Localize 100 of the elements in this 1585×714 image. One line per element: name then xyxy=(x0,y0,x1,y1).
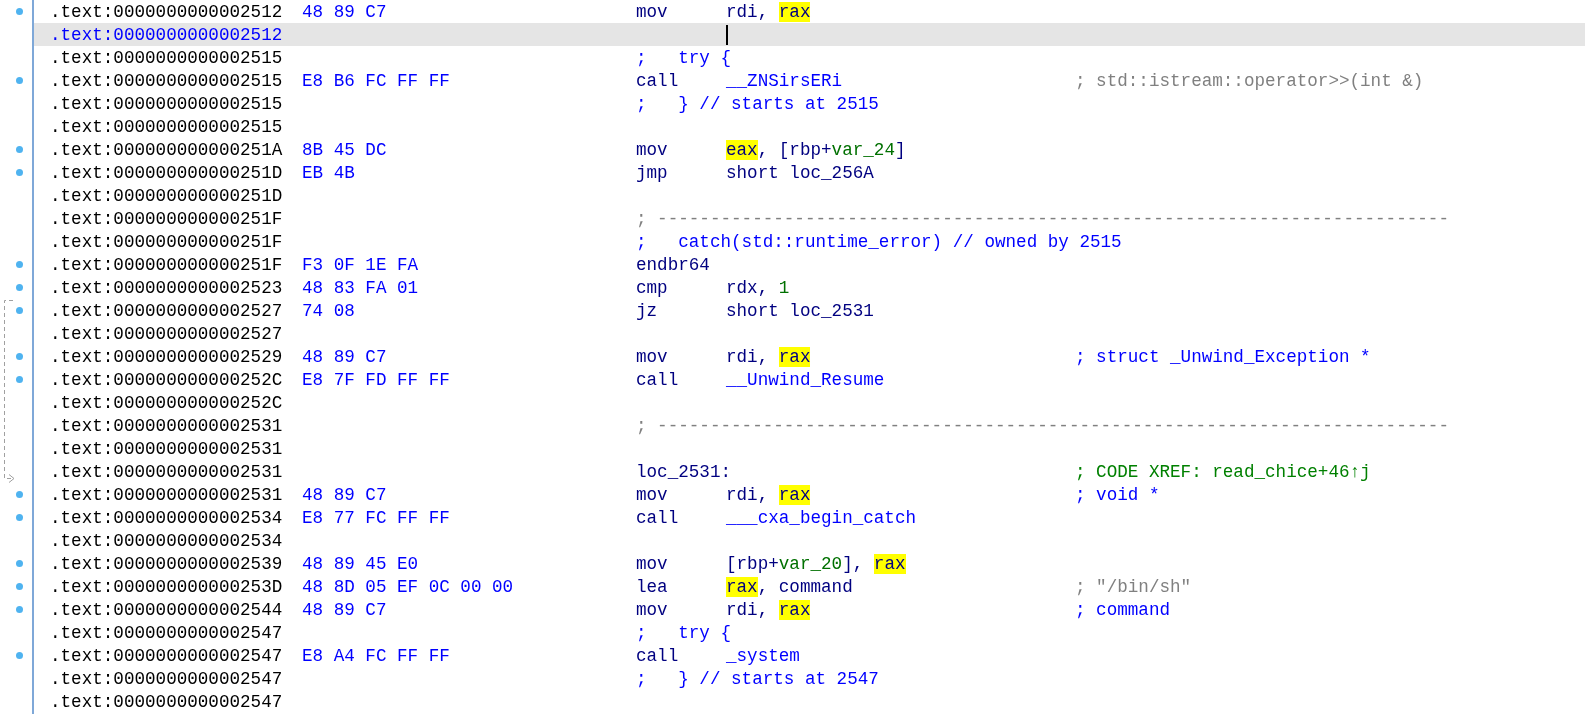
listing-row[interactable]: .text:0000000000002547 E8 A4 FC FF FF call _system xyxy=(34,644,1585,667)
address: .text:000000000000252C xyxy=(50,392,284,413)
listing-row[interactable]: .text:000000000000251D xyxy=(34,184,1585,207)
mnemonic: mov xyxy=(636,346,669,367)
listing-row[interactable]: .text:000000000000252C xyxy=(34,391,1585,414)
opcode-bytes: 48 89 C7 xyxy=(302,484,387,505)
instruction-dot-icon xyxy=(16,77,23,84)
address: .text:0000000000002515 xyxy=(50,47,284,68)
instruction-dot-icon xyxy=(16,606,23,613)
operands: [rbp+var_20], rax xyxy=(726,553,906,574)
operands: __ZNSirsERi xyxy=(726,70,843,91)
address: .text:0000000000002547 xyxy=(50,668,284,689)
address: .text:000000000000251D xyxy=(50,162,284,183)
address: .text:0000000000002547 xyxy=(50,691,284,712)
listing-row[interactable]: .text:000000000000251F ; --------------------------------------------------------------------------- xyxy=(34,207,1585,230)
listing-row[interactable]: .text:000000000000251F F3 0F 1E FA endbr64 xyxy=(34,253,1585,276)
listing-row[interactable]: .text:000000000000253D 48 8D 05 EF 0C 00 00 lea rax, command ; "/bin/sh" xyxy=(34,575,1585,598)
instruction-dot-icon xyxy=(16,8,23,15)
listing-row[interactable]: .text:0000000000002539 48 89 45 E0 mov [rbp+var_20], rax xyxy=(34,552,1585,575)
listing-row[interactable]: .text:000000000000251F ; catch(std::runtime_error) // owned by 2515 xyxy=(34,230,1585,253)
listing-row[interactable]: .text:0000000000002531 xyxy=(34,437,1585,460)
text-cursor xyxy=(726,24,728,45)
listing-row[interactable]: .text:0000000000002531 ; --------------------------------------------------------------------------- xyxy=(34,414,1585,437)
operands: short loc_2531 xyxy=(726,300,874,321)
instruction-dot-icon xyxy=(16,169,23,176)
listing-row[interactable]: .text:000000000000251D EB 4B jmp short loc_256A xyxy=(34,161,1585,184)
opcode-bytes: E8 A4 FC FF FF xyxy=(302,645,450,666)
listing-row[interactable]: .text:0000000000002529 48 89 C7 mov rdi, rax ; struct _Unwind_Exception * xyxy=(34,345,1585,368)
listing-row[interactable]: .text:0000000000002515 ; } // starts at 2515 xyxy=(34,92,1585,115)
operands: rdi, rax xyxy=(726,599,811,620)
address: .text:0000000000002515 xyxy=(50,116,284,137)
mnemonic: call xyxy=(636,70,680,91)
listing-row[interactable]: .text:0000000000002515 xyxy=(34,115,1585,138)
instruction-dot-icon xyxy=(16,560,23,567)
instruction-dot-icon xyxy=(16,583,23,590)
comment: ; std::istream::operator>>(int &) xyxy=(1075,70,1424,91)
opcode-bytes: 48 83 FA 01 xyxy=(302,277,419,298)
listing-row[interactable]: .text:000000000000252C E8 7F FD FF FF call __Unwind_Resume xyxy=(34,368,1585,391)
opcode-bytes: E8 7F FD FF FF xyxy=(302,369,450,390)
mnemonic: mov xyxy=(636,484,669,505)
address: .text:0000000000002539 xyxy=(50,553,284,574)
address: .text:0000000000002529 xyxy=(50,346,284,367)
mnemonic: cmp xyxy=(636,277,669,298)
mnemonic: mov xyxy=(636,139,669,160)
address: .text:0000000000002534 xyxy=(50,530,284,551)
mnemonic: mov xyxy=(636,553,669,574)
listing-row[interactable]: .text:0000000000002523 48 83 FA 01 cmp rdx, 1 xyxy=(34,276,1585,299)
address: .text:000000000000252C xyxy=(50,369,284,390)
listing-row[interactable]: .text:0000000000002515 E8 B6 FC FF FF call __ZNSirsERi ; std::istream::operator>>(int &) xyxy=(34,69,1585,92)
address: .text:0000000000002523 xyxy=(50,277,284,298)
listing-row[interactable]: .text:0000000000002547 ; } // starts at 2547 xyxy=(34,667,1585,690)
listing-row[interactable]: .text:0000000000002527 xyxy=(34,322,1585,345)
opcode-bytes: E8 B6 FC FF FF xyxy=(302,70,450,91)
listing-row[interactable]: .text:0000000000002527 74 08 jz short loc_2531 xyxy=(34,299,1585,322)
instruction-dot-icon xyxy=(16,261,23,268)
comment: ; void * xyxy=(1075,484,1160,505)
opcode-bytes: E8 77 FC FF FF xyxy=(302,507,450,528)
listing-row[interactable]: .text:000000000000251A 8B 45 DC mov eax, [rbp+var_24] xyxy=(34,138,1585,161)
instruction-dot-icon xyxy=(16,652,23,659)
mnemonic: jz xyxy=(636,300,659,321)
listing-row[interactable]: .text:0000000000002547 xyxy=(34,690,1585,713)
listing-row[interactable]: .text:0000000000002531 loc_2531: ; CODE XREF: read_chice+46↑j xyxy=(34,460,1585,483)
address: .text:0000000000002547 xyxy=(50,645,284,666)
directive-comment: ; --------------------------------------------------------------------------- xyxy=(636,415,1449,436)
instruction-dot-icon xyxy=(16,146,23,153)
listing-row[interactable]: .text:0000000000002512 xyxy=(34,23,1585,46)
address: .text:0000000000002515 xyxy=(50,70,284,91)
mnemonic: endbr64 xyxy=(636,254,711,275)
mnemonic: call xyxy=(636,645,680,666)
address: .text:0000000000002534 xyxy=(50,507,284,528)
listing-row[interactable]: .text:0000000000002534 xyxy=(34,529,1585,552)
opcode-bytes: 74 08 xyxy=(302,300,355,321)
opcode-bytes: 8B 45 DC xyxy=(302,139,387,160)
address: .text:0000000000002512 xyxy=(50,24,284,45)
mnemonic: call xyxy=(636,507,680,528)
operands: rdi, rax xyxy=(726,484,811,505)
directive-comment: ; try { xyxy=(636,622,733,643)
address: .text:0000000000002527 xyxy=(50,300,284,321)
listing-row[interactable]: .text:0000000000002547 ; try { xyxy=(34,621,1585,644)
listing-row[interactable]: .text:0000000000002544 48 89 C7 mov rdi, rax ; command xyxy=(34,598,1585,621)
mnemonic: lea xyxy=(636,576,669,597)
operands: __Unwind_Resume xyxy=(726,369,885,390)
opcode-bytes: 48 89 C7 xyxy=(302,346,387,367)
instruction-dot-icon xyxy=(16,353,23,360)
listing-row[interactable]: .text:0000000000002531 48 89 C7 mov rdi, rax ; void * xyxy=(34,483,1585,506)
comment: ; CODE XREF: read_chice+46↑j xyxy=(1075,461,1371,482)
address: .text:0000000000002531 xyxy=(50,461,284,482)
instruction-dot-icon xyxy=(16,284,23,291)
address: .text:000000000000251F xyxy=(50,231,284,252)
address: .text:0000000000002547 xyxy=(50,622,284,643)
mnemonic: call xyxy=(636,369,680,390)
mnemonic: mov xyxy=(636,1,669,22)
operands: rdi, rax xyxy=(726,1,811,22)
instruction-dot-icon xyxy=(16,491,23,498)
directive-comment: ; --------------------------------------------------------------------------- xyxy=(636,208,1449,229)
listing-row[interactable]: .text:0000000000002512 48 89 C7 mov rdi, rax xyxy=(34,0,1585,23)
listing-row[interactable]: .text:0000000000002515 ; try { xyxy=(34,46,1585,69)
opcode-bytes: 48 8D 05 EF 0C 00 00 xyxy=(302,576,514,597)
operands: eax, [rbp+var_24] xyxy=(726,139,906,160)
listing-row[interactable]: .text:0000000000002534 E8 77 FC FF FF call ___cxa_begin_catch xyxy=(34,506,1585,529)
